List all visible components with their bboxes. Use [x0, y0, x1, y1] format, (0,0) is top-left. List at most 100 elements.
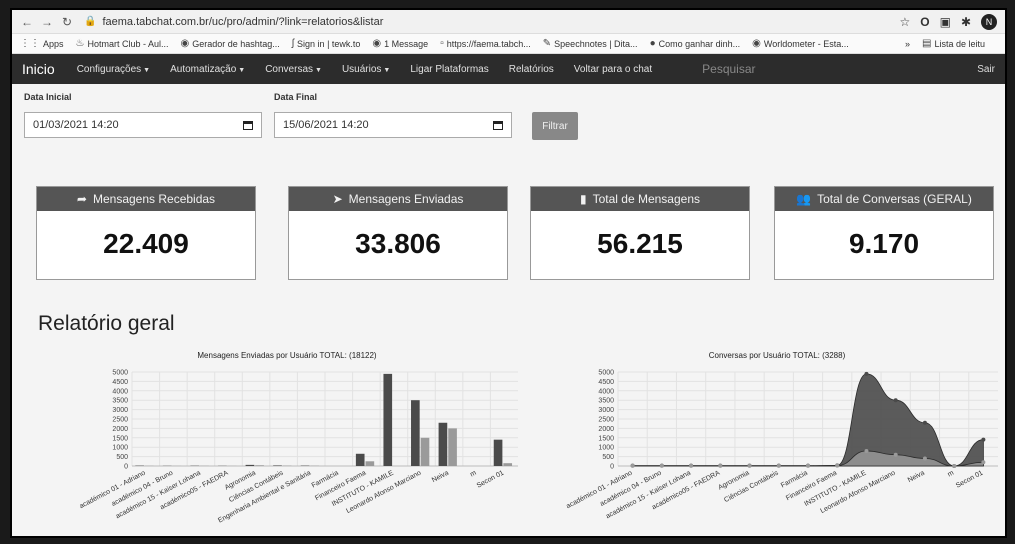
nav-voltar-chat[interactable]: Voltar para o chat	[574, 64, 652, 75]
search-input[interactable]: Pesquisar	[702, 62, 882, 76]
y-tick-label: 5000	[112, 370, 128, 377]
calendar-icon[interactable]	[493, 120, 503, 130]
y-tick-label: 1000	[598, 445, 614, 452]
bar-chart-messages-sent: Mensagens Enviadas por Usuário TOTAL: (1…	[79, 351, 518, 525]
calendar-icon[interactable]	[243, 120, 253, 130]
share-icon: ➦	[76, 192, 87, 206]
nav-configuracoes[interactable]: Configurações ▼	[77, 64, 150, 75]
data-point	[893, 452, 898, 457]
y-tick-label: 5000	[598, 370, 614, 377]
section-title: Relatório geral	[38, 312, 175, 335]
speechnotes-icon: ✎	[542, 38, 552, 49]
stat-label: Mensagens Recebidas	[92, 192, 216, 206]
bar	[420, 437, 430, 466]
stat-label: Total de Mensagens	[592, 192, 700, 206]
bar	[411, 400, 420, 466]
bar	[383, 373, 393, 466]
bookmark-item[interactable]: ◉ Gerador de hashtag...	[181, 38, 280, 49]
stat-label: Mensagens Enviadas	[348, 192, 464, 206]
bookmark-apps[interactable]: ⋮⋮ Apps	[20, 38, 64, 49]
bar	[438, 422, 448, 466]
y-tick-label: 500	[116, 454, 128, 461]
filter-button[interactable]: Filtrar	[532, 112, 578, 140]
users-icon: 👥	[796, 192, 812, 206]
page-icon: ▫	[440, 38, 444, 49]
start-date-input[interactable]: 01/03/2021 14:20	[24, 112, 262, 138]
area-chart-conversations: Conversas por Usuário TOTAL: (3288) 0 500 1…	[565, 351, 998, 520]
data-point	[689, 463, 694, 468]
bookmarks-bar: ⋮⋮ Apps ♨ Hotmart Club - Aul... ◉ Gerador d…	[12, 34, 1005, 54]
nav-relatorios[interactable]: Relatórios	[509, 64, 554, 75]
bookmark-item[interactable]: ● Como ganhar dinh...	[650, 38, 741, 49]
y-tick-label: 0	[124, 464, 128, 471]
chart-title: Conversas por Usuário TOTAL: (3288)	[709, 351, 846, 360]
y-tick-label: 4500	[598, 379, 614, 386]
nav-usuarios[interactable]: Usuários ▼	[342, 64, 390, 75]
reading-list-icon: ▤	[922, 38, 932, 49]
nav-ligar-plataformas[interactable]: Ligar Plataformas	[410, 64, 488, 75]
reading-list[interactable]: ▤ Lista de leitu	[922, 38, 985, 49]
extensions-icon[interactable]: ✱	[961, 15, 971, 29]
stat-value: 33.806	[355, 228, 441, 259]
stat-label: Total de Conversas (GERAL)	[817, 192, 972, 206]
bookmarks-overflow[interactable]: »	[905, 39, 910, 49]
back-icon[interactable]: ←	[20, 15, 34, 29]
book-icon: ▮	[579, 192, 587, 206]
app-navbar: Inicio Configurações ▼ Automatização ▼ Con…	[12, 54, 1005, 84]
stat-card-total-messages: ▮ Total de Mensagens 56.215	[530, 186, 750, 280]
globe-icon: ◉	[180, 38, 190, 49]
globe-icon: ◉	[752, 38, 761, 49]
bookmark-item[interactable]: ✎ Speechnotes | Dita...	[543, 38, 638, 49]
data-point	[630, 463, 635, 468]
data-point	[981, 460, 986, 465]
browser-window: ← → ↻ 🔒 faema.tabchat.com.br/uc/pro/admi…	[10, 8, 1007, 538]
data-point	[747, 463, 752, 468]
y-tick-label: 1000	[112, 445, 128, 452]
caret-down-icon: ▼	[238, 66, 246, 74]
tawk-icon: ʃ	[291, 38, 295, 49]
data-point	[922, 420, 927, 425]
nav-automatizacao[interactable]: Automatização ▼	[170, 64, 245, 75]
bookmark-item[interactable]: ▫ https://faema.tabch...	[440, 38, 531, 49]
reload-icon[interactable]: ↻	[60, 15, 74, 29]
bar	[493, 439, 503, 466]
forward-icon[interactable]: →	[40, 15, 54, 29]
y-tick-label: 4500	[112, 379, 128, 386]
chart-title: Mensagens Enviadas por Usuário TOTAL: (1…	[197, 351, 377, 360]
paper-plane-icon: ➤	[332, 192, 343, 206]
logout-link[interactable]: Sair	[977, 64, 995, 75]
stat-card-sent: ➤ Mensagens Enviadas 33.806	[288, 186, 508, 280]
nav-home[interactable]: Inicio	[22, 61, 55, 77]
bookmark-item[interactable]: ◉ 1 Message	[372, 38, 428, 49]
globe-icon: ◉	[372, 38, 382, 49]
address-bar: ← → ↻ 🔒 faema.tabchat.com.br/uc/pro/admi…	[12, 10, 1005, 34]
bar	[448, 428, 457, 466]
data-point	[659, 463, 664, 468]
bookmark-item[interactable]: ♨ Hotmart Club - Aul...	[76, 38, 169, 49]
x-tick-label: Secon 01	[476, 470, 505, 490]
bookmark-item[interactable]: ◉ Worldometer - Esta...	[752, 38, 849, 49]
stat-value: 56.215	[597, 228, 683, 259]
y-tick-label: 3000	[598, 407, 614, 414]
end-date-label: Data Final	[274, 92, 318, 102]
url-field[interactable]: faema.tabchat.com.br/uc/pro/admin/?link=…	[102, 16, 899, 28]
end-date-input[interactable]: 15/06/2021 14:20	[274, 112, 512, 138]
data-point	[806, 463, 810, 468]
bar	[365, 461, 375, 466]
bookmark-item[interactable]: ʃ Sign in | tewk.to	[292, 38, 361, 49]
y-tick-label: 2500	[112, 417, 128, 424]
eye-icon: ●	[649, 38, 656, 49]
data-point	[864, 448, 869, 453]
y-tick-label: 2000	[598, 426, 614, 433]
bar	[355, 453, 365, 466]
caret-down-icon: ▼	[315, 66, 322, 74]
x-tick-label: m	[469, 470, 478, 479]
profile-avatar[interactable]: N	[981, 13, 997, 30]
cast-icon[interactable]: ▣	[940, 15, 951, 29]
y-tick-label: 1500	[598, 435, 614, 442]
star-icon[interactable]: ☆	[899, 15, 910, 29]
opera-icon[interactable]: O	[920, 15, 929, 29]
nav-conversas[interactable]: Conversas ▼	[265, 64, 322, 75]
y-tick-label: 3000	[112, 407, 128, 414]
lock-icon[interactable]: 🔒	[84, 16, 96, 27]
